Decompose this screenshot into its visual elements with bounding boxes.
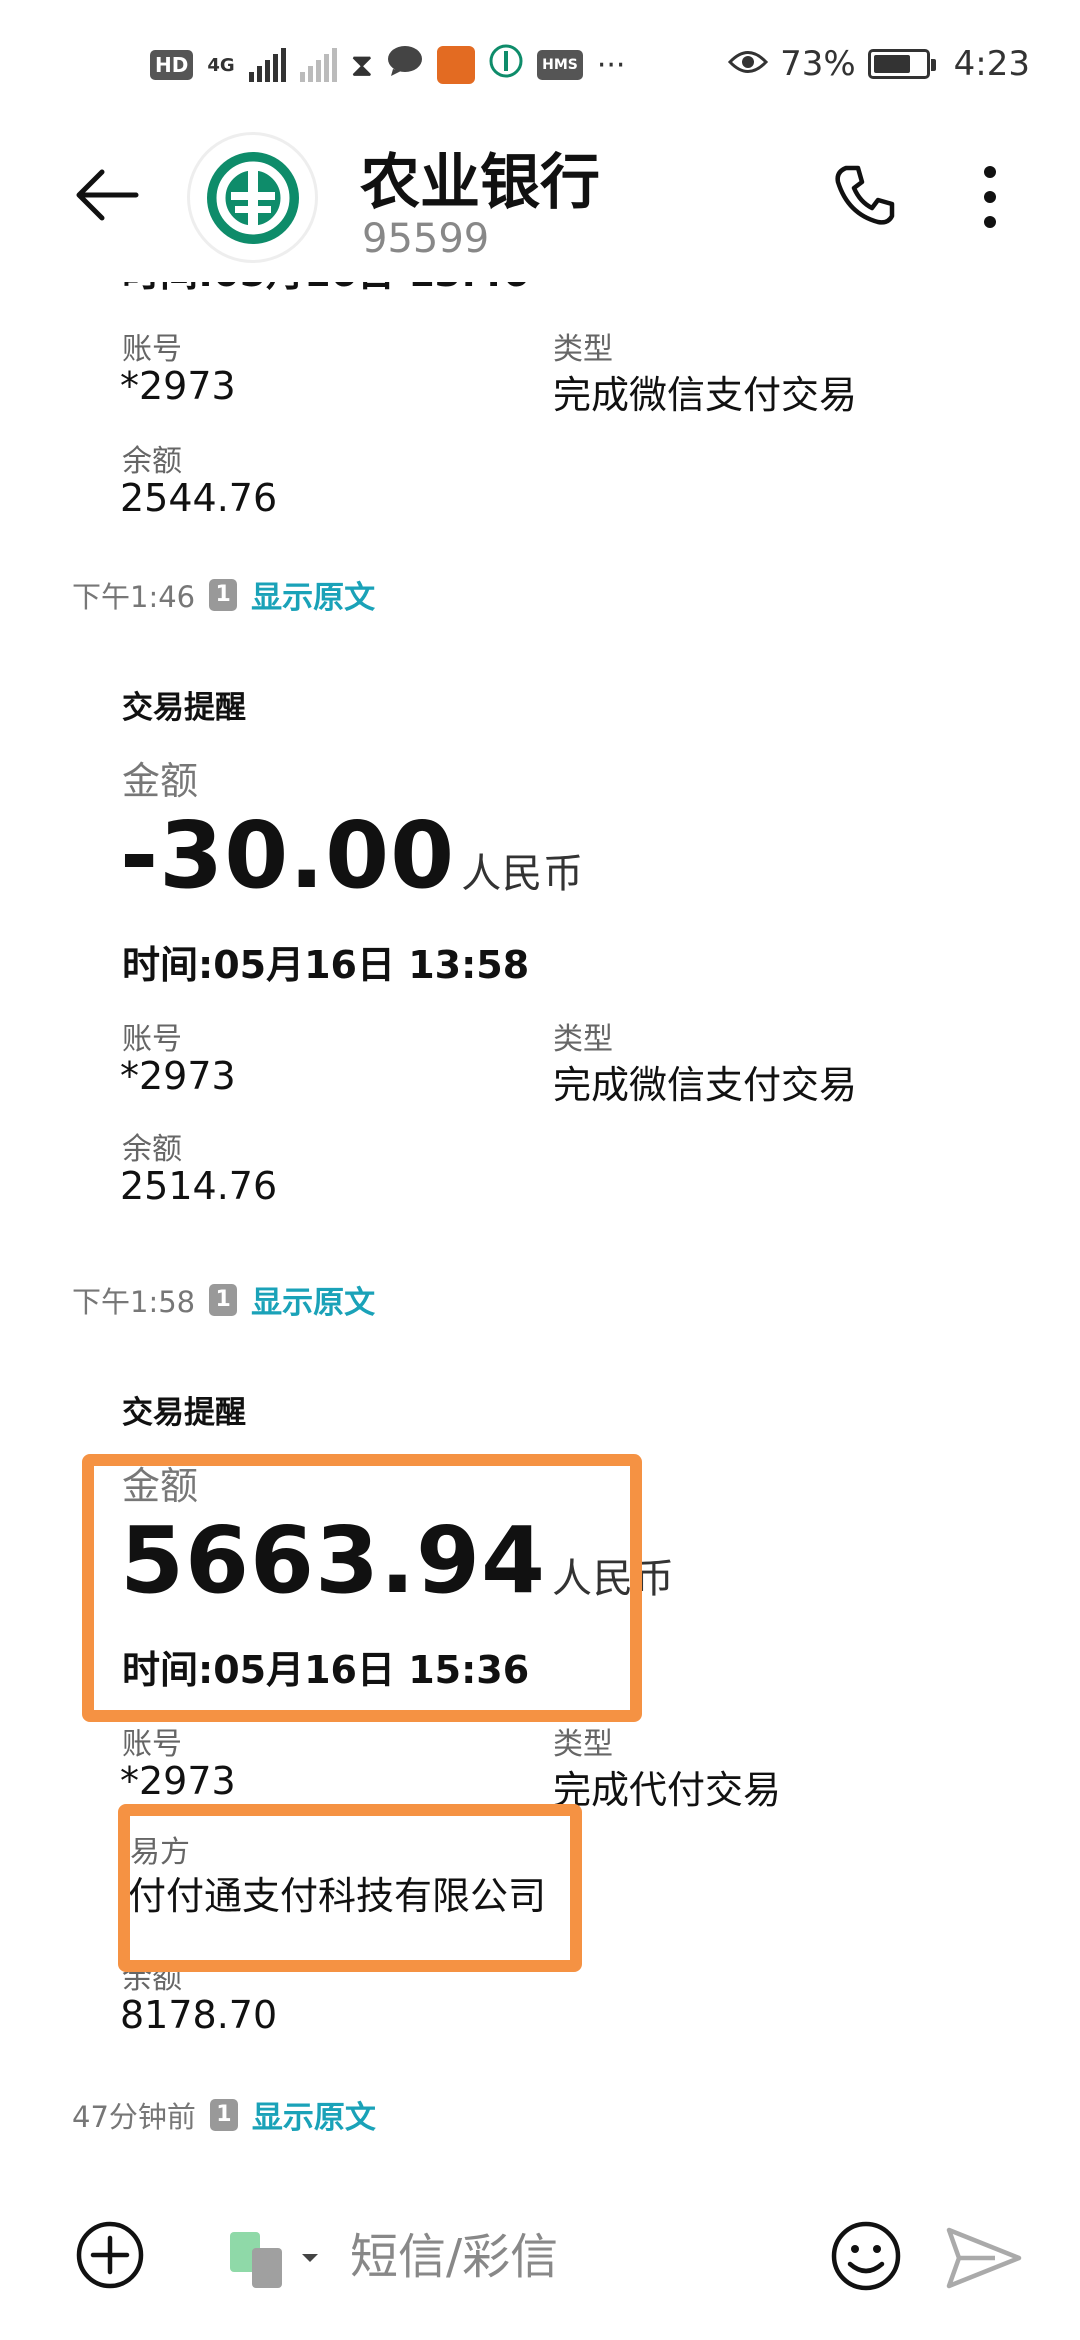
contact-name: 农业银行: [360, 148, 600, 218]
sent-time: 下午1:58: [72, 1284, 196, 1319]
account-value: *2973: [120, 364, 236, 408]
abc-bank-logo-icon: [206, 151, 299, 244]
currency-label: 人民币: [461, 851, 585, 897]
eye-icon: [727, 44, 769, 84]
amount-number: -30.00: [120, 802, 456, 909]
type-value: 完成微信支付交易: [553, 1063, 858, 1107]
balance-value: 2514.76: [120, 1164, 278, 1208]
contact-avatar[interactable]: [190, 135, 315, 260]
message-bubble[interactable]: 时间:05月16日 13:46 账号 类型 *2973 完成微信支付交易 余额 …: [0, 282, 1080, 622]
account-label: 账号: [122, 1022, 182, 1057]
signal-none-icon: [299, 48, 337, 82]
conversation-header: 农业银行 95599: [0, 130, 1080, 280]
hd-icon: HD: [150, 50, 194, 80]
account-value: *2973: [120, 1759, 236, 1803]
sim-1-icon: 1: [209, 2098, 238, 2131]
account-label: 账号: [122, 1727, 182, 1762]
network-type-label: 4G: [207, 54, 235, 76]
message-input[interactable]: [350, 2222, 800, 2292]
type-value: 完成代付交易: [553, 1768, 782, 1812]
phone-icon[interactable]: [830, 160, 900, 230]
status-bar: HD 4G ⧗ HMS ··· 73% 4:23: [0, 0, 1080, 130]
show-original-link[interactable]: 显示原文: [251, 572, 375, 617]
signal-icon: [248, 48, 286, 82]
more-notifications-icon: ···: [596, 47, 626, 83]
balance-label: 余额: [122, 444, 182, 479]
message-meta: 下午1:46 1 显示原文: [72, 572, 375, 617]
sent-time: 47分钟前: [72, 2099, 196, 2134]
hms-icon: HMS: [537, 50, 583, 80]
counterparty-highlight-box: [118, 1804, 582, 1972]
message-bubble[interactable]: 交易提醒 金额 -30.00 人民币 时间:05月16日 13:58 账号 类型 …: [0, 682, 1080, 1208]
status-left-icons: HD 4G ⧗ HMS ···: [150, 44, 625, 86]
contact-number: 95599: [362, 216, 490, 262]
sim-1-icon: 1: [209, 578, 238, 611]
type-label: 类型: [553, 1727, 613, 1762]
add-attachment-icon[interactable]: [75, 2220, 145, 2290]
battery-percent: 73%: [780, 44, 856, 84]
transaction-time: 时间:05月16日 13:58: [122, 943, 530, 987]
back-arrow-icon[interactable]: [72, 160, 142, 230]
compose-bar: [0, 2180, 1080, 2340]
section-title: 交易提醒: [122, 690, 246, 726]
balance-value: 8178.70: [120, 1993, 278, 2037]
abc-bank-small-icon: [489, 44, 523, 86]
type-label: 类型: [553, 1022, 613, 1057]
message-feed[interactable]: 时间:05月16日 13:46 账号 类型 *2973 完成微信支付交易 余额 …: [0, 282, 1080, 2162]
chat-bubble-icon: [387, 45, 423, 85]
sim-1-icon: 1: [209, 1283, 238, 1316]
amount-highlight-box: [82, 1454, 642, 1722]
section-title: 交易提醒: [122, 1395, 246, 1431]
show-original-link[interactable]: 显示原文: [252, 2092, 376, 2137]
amount-label: 金额: [122, 759, 199, 803]
account-value: *2973: [120, 1054, 236, 1098]
show-original-link[interactable]: 显示原文: [251, 1277, 375, 1322]
message-meta: 下午1:58 1 显示原文: [72, 1277, 375, 1322]
more-options-icon[interactable]: [975, 162, 1005, 232]
balance-label: 余额: [122, 1132, 182, 1167]
app-notification-icon: [437, 46, 476, 84]
amount-value: -30.00 人民币: [120, 802, 584, 909]
battery-icon: [867, 49, 936, 79]
type-value: 完成微信支付交易: [553, 373, 858, 417]
emoji-icon[interactable]: [830, 2220, 902, 2292]
balance-value: 2544.76: [120, 476, 278, 520]
transaction-time: 时间:05月16日 13:46: [122, 282, 529, 297]
dual-sim-icon: [230, 2232, 318, 2288]
clock: 4:23: [953, 44, 1030, 84]
message-meta: 47分钟前 1 显示原文: [72, 2092, 376, 2137]
status-right-icons: 73% 4:23: [727, 44, 1030, 84]
sent-time: 下午1:46: [72, 579, 196, 614]
type-label: 类型: [553, 332, 613, 367]
send-icon[interactable]: [945, 2224, 1023, 2292]
sim-selector[interactable]: [230, 2230, 326, 2290]
hourglass-icon: ⧗: [350, 45, 374, 84]
account-label: 账号: [122, 332, 182, 367]
